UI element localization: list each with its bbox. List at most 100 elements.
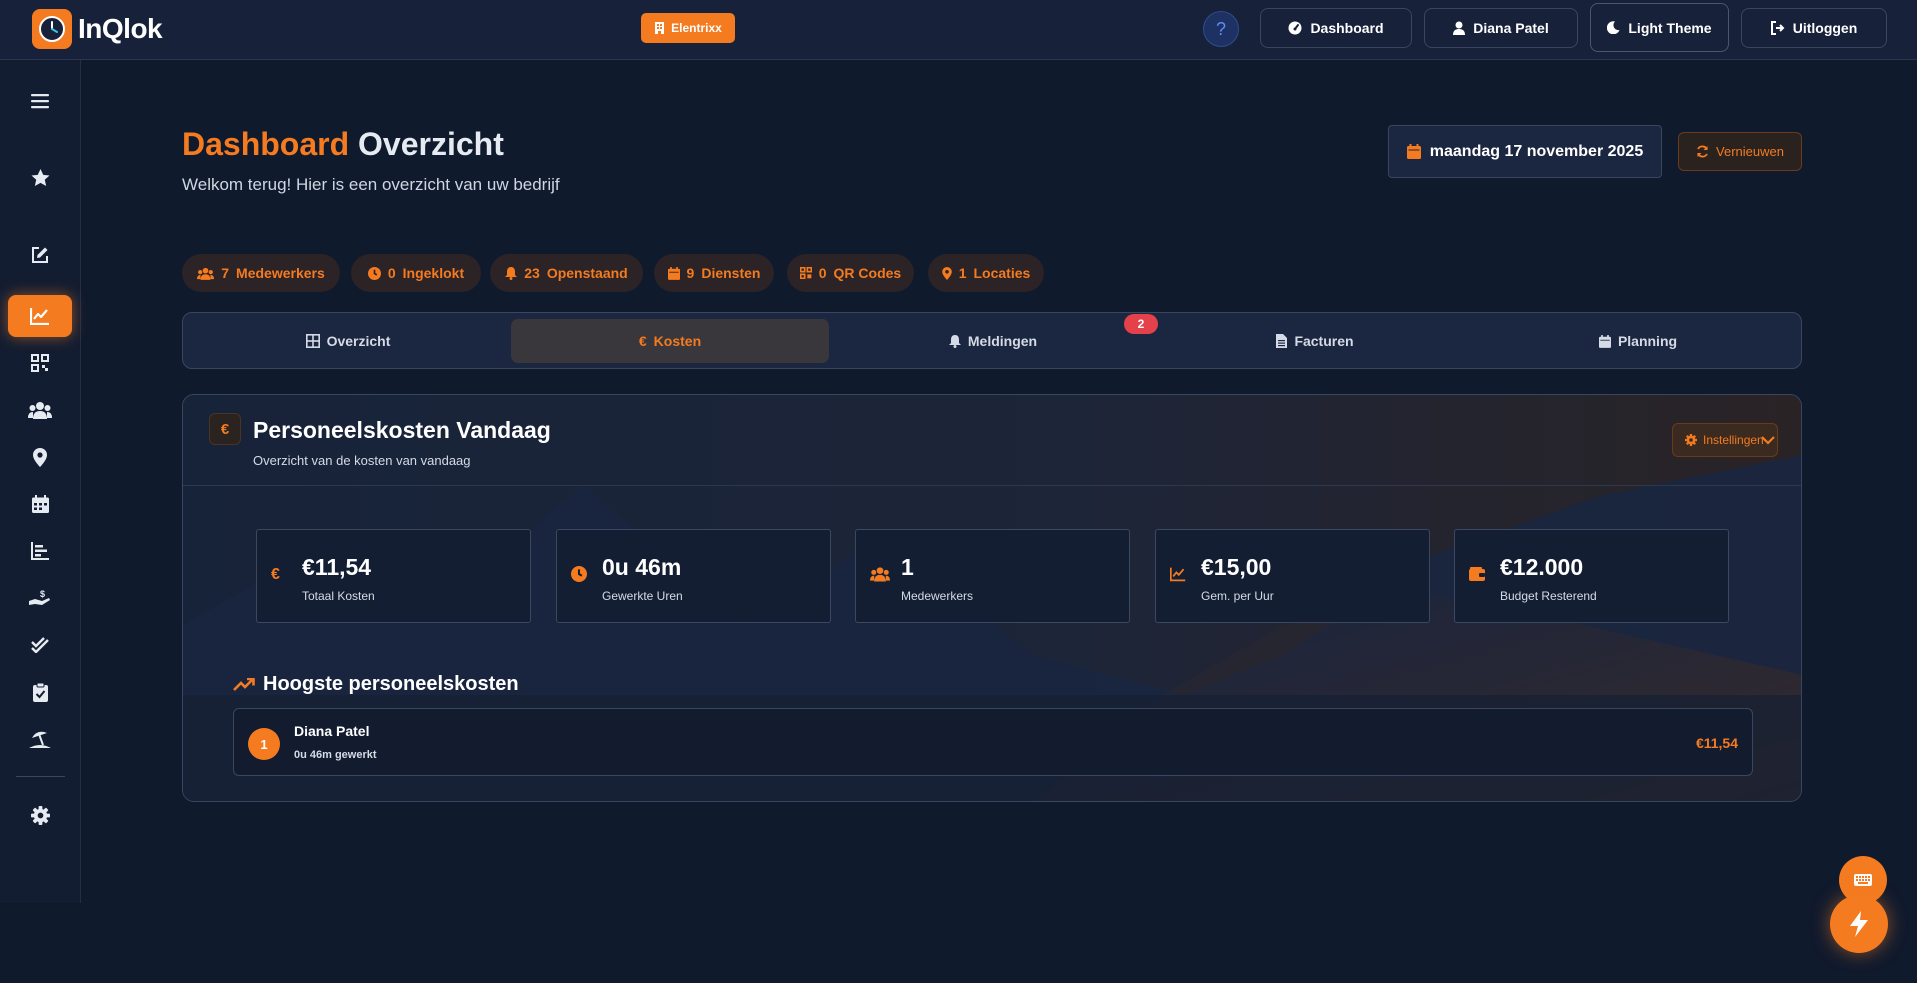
company-badge[interactable]: Elentrixx [641, 13, 735, 43]
metric-label: Totaal Kosten [302, 589, 375, 603]
sidebar-item-calendar[interactable] [8, 483, 72, 525]
stat-value: 7 [221, 265, 230, 281]
users-icon [28, 402, 52, 419]
refresh-button[interactable]: Vernieuwen [1678, 132, 1802, 171]
metric-value: €15,00 [1201, 554, 1272, 580]
stat-pill-employees[interactable]: 7 Medewerkers [182, 254, 340, 292]
calendar-icon [1598, 334, 1611, 348]
sidebar-item-payroll[interactable]: $ [8, 577, 72, 619]
user-label: Diana Patel [1473, 20, 1549, 36]
logout-icon [1770, 21, 1785, 35]
tab-overview[interactable]: Overzicht [189, 319, 507, 363]
keyboard-icon [1854, 874, 1872, 886]
stat-pill-locations[interactable]: 1 Locaties [928, 254, 1044, 292]
logout-label: Uitloggen [1792, 20, 1858, 36]
stat-value: 23 [524, 265, 540, 281]
quick-actions-button[interactable] [1830, 895, 1888, 953]
gear-icon [1685, 434, 1697, 446]
stat-pill-pending[interactable]: 23 Openstaand [490, 254, 643, 292]
notification-count-badge: 2 [1124, 314, 1158, 334]
sidebar-item-favorites[interactable] [8, 157, 72, 199]
metric-value: 1 [901, 554, 914, 580]
tab-label: Overzicht [326, 333, 391, 349]
stat-pill-clocked-in[interactable]: 0 Ingeklokt [351, 254, 481, 292]
employee-hours: 0u 46m gewerkt [294, 749, 377, 761]
stat-value: 1 [958, 265, 967, 281]
refresh-icon [1697, 145, 1708, 158]
clipboard-check-icon [32, 682, 48, 702]
list-item[interactable]: 1 Diana Patel 0u 46m gewerkt €11,54 [233, 708, 1753, 776]
menu-icon [31, 94, 49, 109]
metric-value: 0u 46m [602, 554, 682, 580]
page-title: Dashboard Overzicht [182, 126, 504, 163]
euro-icon: € [271, 566, 280, 583]
clock-icon [571, 566, 587, 582]
users-icon [870, 567, 890, 582]
tab-planning[interactable]: Planning [1479, 319, 1797, 363]
panel-divider [183, 485, 1801, 486]
stat-pill-shifts[interactable]: 9 Diensten [654, 254, 774, 292]
sidebar-item-qr-codes[interactable] [8, 342, 72, 384]
settings-button[interactable]: Instellingen [1672, 423, 1778, 457]
menu-toggle-button[interactable] [8, 80, 72, 122]
sidebar-item-tasks[interactable] [8, 671, 72, 713]
gear-icon [30, 805, 50, 825]
stat-label: Diensten [701, 265, 761, 281]
tab-bar: Overzicht € Kosten Meldingen Facturen Pl… [182, 312, 1802, 369]
sidebar-item-leave[interactable] [8, 718, 72, 760]
stat-value: 0 [387, 265, 396, 281]
dashboard-button[interactable]: Dashboard [1260, 8, 1412, 48]
map-pin-icon [941, 266, 952, 280]
sidebar-item-settings[interactable] [8, 794, 72, 836]
logo[interactable]: InQlok [32, 9, 163, 49]
tab-notifications[interactable]: Meldingen [834, 319, 1152, 363]
help-button[interactable]: ? [1203, 11, 1239, 47]
metric-card-employees: 1 Medewerkers [855, 529, 1130, 623]
gauge-icon [1288, 21, 1302, 35]
chart-line-icon [30, 308, 49, 325]
moon-icon [1607, 21, 1620, 34]
metric-card-budget-remaining: €12.000 Budget Resterend [1454, 529, 1729, 623]
metric-card-avg-per-hour: €15,00 Gem. per Uur [1155, 529, 1430, 623]
metric-label: Medewerkers [901, 589, 974, 603]
tab-costs[interactable]: € Kosten [511, 319, 829, 363]
sidebar-divider [16, 776, 65, 777]
tab-invoices[interactable]: Facturen [1156, 319, 1474, 363]
svg-text:$: $ [40, 589, 45, 599]
sidebar-item-edit[interactable] [8, 234, 72, 276]
top-bar: InQlok Elentrixx ? Dashboard Diana Patel… [0, 0, 1917, 60]
calendar-icon [667, 266, 680, 280]
clock-icon [367, 266, 381, 280]
sidebar-item-employees[interactable] [8, 389, 72, 431]
tab-label: Planning [1617, 333, 1678, 349]
top-costs-title: Hoogste personeelskosten [263, 673, 519, 695]
tab-label: Kosten [653, 333, 702, 349]
chart-line-icon [1170, 567, 1186, 582]
theme-toggle-button[interactable]: Light Theme [1590, 3, 1729, 52]
bar-chart-icon [31, 542, 49, 560]
stat-label: Openstaand [546, 265, 628, 281]
sidebar-item-dashboard[interactable] [8, 295, 72, 337]
users-icon [197, 267, 215, 280]
edit-icon [32, 247, 48, 263]
stat-label: Medewerkers [236, 265, 325, 281]
clock-logo-icon [32, 9, 72, 49]
chevron-down-icon[interactable] [1761, 435, 1775, 445]
stat-pill-qr-codes[interactable]: 0 QR Codes [787, 254, 914, 292]
theme-label: Light Theme [1628, 19, 1712, 36]
date-display: maandag 17 november 2025 [1388, 125, 1662, 178]
metric-card-total-cost: € €11,54 Totaal Kosten [256, 529, 531, 623]
euro-icon: € [638, 333, 647, 349]
sidebar-item-locations[interactable] [8, 436, 72, 478]
panel-title: Personeelskosten Vandaag [253, 417, 551, 443]
employee-name: Diana Patel [294, 723, 370, 739]
sidebar: $ [0, 60, 81, 903]
trending-up-icon [233, 677, 255, 691]
metric-label: Gem. per Uur [1201, 589, 1274, 603]
costs-panel: € Personeelskosten Vandaag Overzicht van… [182, 394, 1802, 802]
logout-button[interactable]: Uitloggen [1741, 8, 1887, 48]
sidebar-item-reports[interactable] [8, 530, 72, 572]
stat-value: 9 [686, 265, 695, 281]
user-button[interactable]: Diana Patel [1424, 8, 1578, 48]
sidebar-item-approvals[interactable] [8, 624, 72, 666]
